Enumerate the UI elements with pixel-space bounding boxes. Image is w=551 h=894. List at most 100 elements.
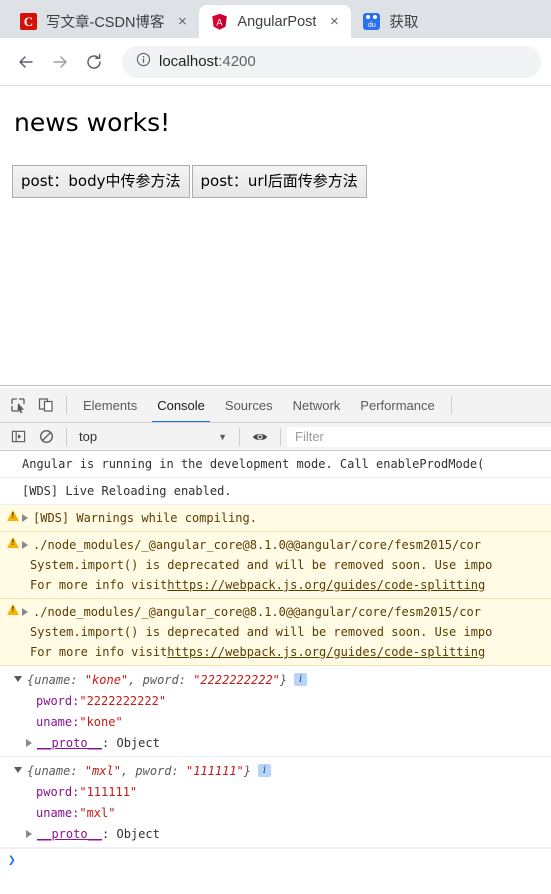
- disclosure-triangle-icon[interactable]: [14, 767, 22, 773]
- close-icon[interactable]: ×: [173, 13, 191, 31]
- csdn-icon: C: [20, 13, 37, 30]
- object-preview-value: "mxl": [84, 763, 121, 778]
- object-property-value: "kone": [79, 714, 123, 729]
- tab-sources[interactable]: Sources: [215, 388, 283, 422]
- disclosure-triangle-icon[interactable]: [22, 608, 28, 616]
- disclosure-triangle-icon[interactable]: [26, 829, 32, 838]
- object-property-name: pword:: [36, 784, 80, 799]
- console-message-text: ./node_modules/_@angular_core@8.1.0@@ang…: [33, 538, 481, 552]
- angular-icon: A: [211, 13, 228, 30]
- disclosure-triangle-icon[interactable]: [22, 541, 28, 549]
- object-property-name: uname:: [36, 714, 80, 729]
- webpack-docs-link[interactable]: https://webpack.js.org/guides/code-split…: [167, 646, 485, 658]
- console-message-warning[interactable]: ./node_modules/_@angular_core@8.1.0@@ang…: [0, 599, 551, 666]
- disclosure-triangle-icon[interactable]: [22, 514, 28, 522]
- object-property-name: pword:: [36, 693, 80, 708]
- chevron-down-icon: ▼: [218, 431, 227, 442]
- clear-console-icon[interactable]: [32, 423, 60, 451]
- console-input-prompt[interactable]: ❯: [0, 848, 551, 872]
- tab-title: AngularPost: [237, 13, 317, 30]
- toolbar-separator: [66, 396, 67, 414]
- toolbar-separator: [450, 396, 452, 414]
- reload-icon[interactable]: [78, 46, 110, 78]
- object-preview-value: "2222222222": [193, 672, 280, 687]
- tab-performance[interactable]: Performance: [350, 388, 444, 422]
- browser-tab-angularpost[interactable]: A AngularPost ×: [199, 5, 352, 38]
- browser-toolbar: localhost:4200: [0, 38, 551, 86]
- back-icon[interactable]: [10, 46, 42, 78]
- object-preview-close: }: [279, 672, 288, 687]
- svg-text:A: A: [217, 17, 224, 27]
- console-message-text: System.import() is deprecated and will b…: [30, 625, 493, 639]
- devtools-panel: Elements Console Sources Network Perform…: [0, 388, 551, 894]
- console-message-list[interactable]: Angular is running in the development mo…: [0, 451, 551, 894]
- console-message-text: For more info visit: [30, 645, 168, 659]
- devtools-divider[interactable]: [0, 385, 551, 386]
- object-property-value: "mxl": [79, 805, 116, 820]
- filterbar-separator: [66, 427, 67, 446]
- object-preview-value: "kone": [84, 672, 129, 687]
- warning-triangle-icon: [7, 510, 19, 521]
- close-icon[interactable]: ×: [325, 13, 343, 31]
- console-message-text: [WDS] Live Reloading enabled.: [22, 484, 232, 498]
- filterbar-separator: [239, 427, 240, 446]
- execution-context-label: top: [79, 429, 98, 444]
- console-message-text: [WDS] Warnings while compiling.: [33, 511, 257, 525]
- object-preview-value: "111111": [185, 763, 244, 778]
- console-message-warning[interactable]: ./node_modules/_@angular_core@8.1.0@@ang…: [0, 532, 551, 599]
- tab-strip: C 写文章-CSDN博客 × A AngularPost × 获取: [0, 0, 551, 38]
- warning-triangle-icon: [7, 537, 19, 548]
- info-badge-icon[interactable]: i: [258, 764, 271, 777]
- device-toolbar-icon[interactable]: [32, 391, 60, 419]
- tab-title: 获取: [389, 15, 419, 31]
- object-preview-key: pword:: [142, 672, 194, 687]
- inspect-element-icon[interactable]: [4, 391, 32, 419]
- filter-placeholder: Filter: [295, 429, 324, 444]
- forward-icon[interactable]: [44, 46, 76, 78]
- baidu-icon: [363, 13, 381, 30]
- disclosure-triangle-icon[interactable]: [14, 676, 22, 682]
- browser-tab-csdn[interactable]: C 写文章-CSDN博客 ×: [8, 5, 200, 38]
- object-proto-name[interactable]: __proto__: [37, 828, 102, 840]
- object-preview-key: uname:: [34, 672, 85, 687]
- console-message[interactable]: [WDS] Live Reloading enabled.: [0, 478, 551, 505]
- console-filter-input[interactable]: Filter: [287, 426, 551, 447]
- url-port: :4200: [218, 53, 256, 70]
- object-property-value: "2222222222": [79, 693, 167, 708]
- object-proto-value: : Object: [102, 826, 160, 841]
- post-url-button[interactable]: post：url后面传参方法: [191, 165, 367, 198]
- console-sidebar-icon[interactable]: [4, 423, 32, 451]
- object-preview-key: pword:: [135, 763, 186, 778]
- live-expression-eye-icon[interactable]: [246, 423, 274, 451]
- console-object-entry[interactable]: {uname: "kone", pword: "2222222222"} i p…: [0, 666, 551, 757]
- console-message-text: For more info visit: [30, 578, 168, 592]
- page-viewport: news works! post：body中传参方法 post：url后面传参方…: [0, 86, 551, 385]
- prompt-chevron-icon: ❯: [8, 853, 16, 868]
- console-object-entry[interactable]: {uname: "mxl", pword: "111111"} i pword:…: [0, 757, 551, 848]
- address-bar[interactable]: localhost:4200: [122, 45, 541, 78]
- tab-console[interactable]: Console: [147, 388, 215, 422]
- warning-triangle-icon: [7, 604, 19, 615]
- browser-window: C 写文章-CSDN博客 × A AngularPost × 获取: [0, 0, 551, 894]
- console-message-warning[interactable]: [WDS] Warnings while compiling.: [0, 505, 551, 532]
- page-title: news works!: [14, 108, 171, 137]
- object-proto-name[interactable]: __proto__: [37, 737, 102, 749]
- object-property-value: "111111": [79, 784, 138, 799]
- tab-network[interactable]: Network: [283, 388, 351, 422]
- post-body-button[interactable]: post：body中传参方法: [12, 165, 190, 198]
- execution-context-select[interactable]: top ▼: [73, 429, 233, 444]
- info-circle-icon[interactable]: [136, 52, 151, 71]
- object-proto-value: : Object: [102, 735, 160, 750]
- tab-title: 写文章-CSDN博客: [46, 15, 165, 31]
- object-preview-sep: ,: [120, 763, 136, 778]
- webpack-docs-link[interactable]: https://webpack.js.org/guides/code-split…: [167, 579, 485, 591]
- tab-elements[interactable]: Elements: [73, 388, 147, 422]
- devtools-tabbar: Elements Console Sources Network Perform…: [0, 388, 551, 423]
- disclosure-triangle-icon[interactable]: [26, 738, 32, 747]
- console-message-text: System.import() is deprecated and will b…: [30, 558, 493, 572]
- info-badge-icon[interactable]: i: [294, 673, 308, 686]
- object-preview-sep: ,: [128, 672, 143, 687]
- console-message[interactable]: Angular is running in the development mo…: [0, 451, 551, 478]
- browser-tab-baidu[interactable]: 获取: [351, 5, 427, 38]
- page-button-row: post：body中传参方法 post：url后面传参方法: [12, 165, 539, 198]
